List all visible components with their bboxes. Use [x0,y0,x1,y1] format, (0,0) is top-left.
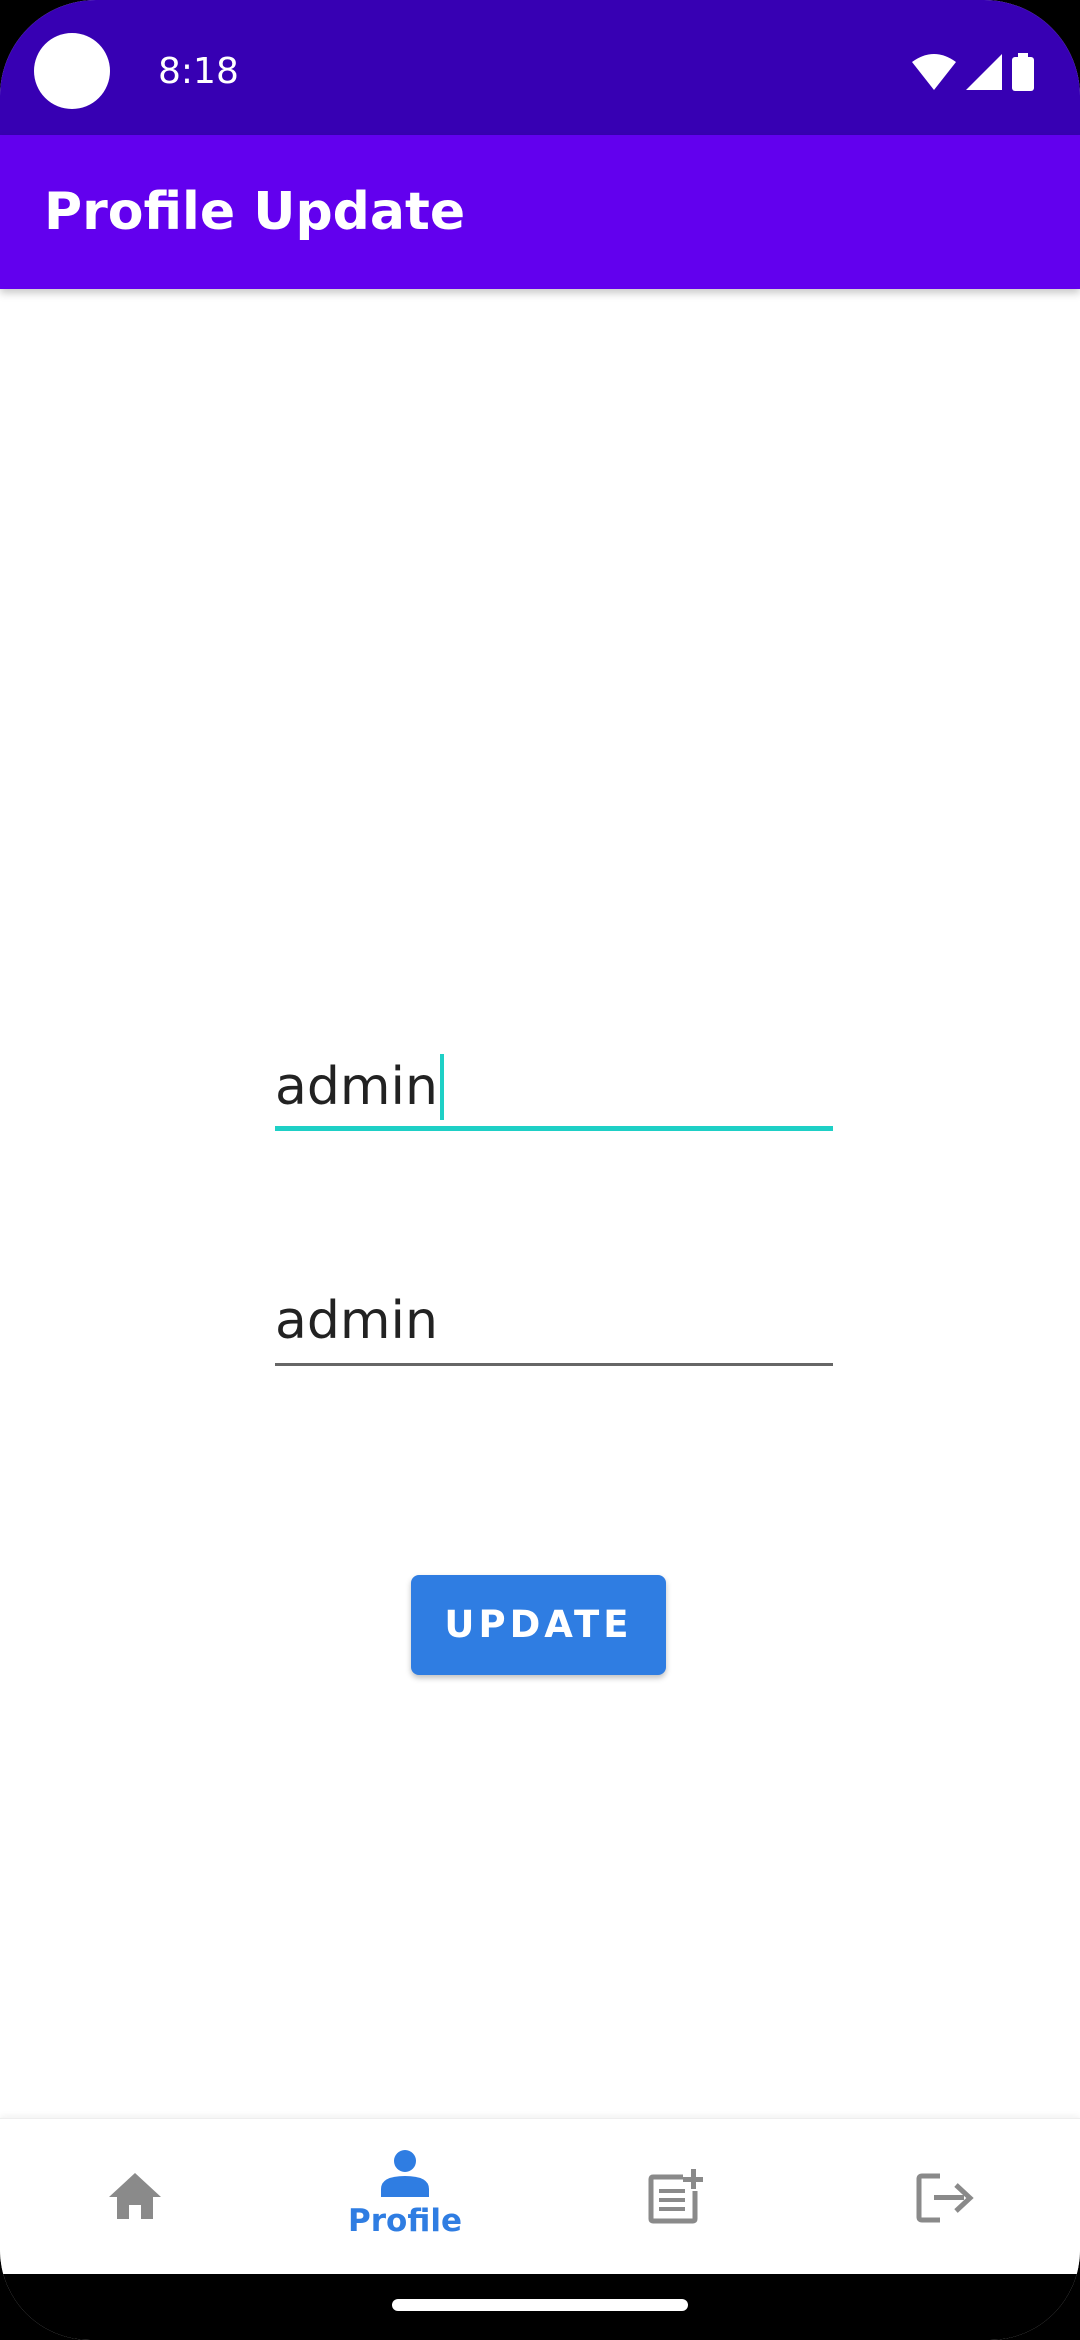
post-add-icon [648,2169,703,2224]
status-bar: 8:18 [0,0,1080,135]
signal-icon [966,54,1002,90]
status-time: 8:18 [158,51,239,92]
screen: 8:18 Profile Update admin admin UPDATE P… [0,0,1080,2340]
text-cursor [439,1054,444,1120]
logout-icon [916,2173,974,2223]
username-underline [275,1126,833,1131]
username-field[interactable]: admin [275,1044,833,1134]
nav-home[interactable] [0,2119,270,2275]
person-icon [381,2150,429,2197]
home-gesture-handle[interactable] [392,2299,688,2311]
status-icons [912,48,1034,96]
nav-post-add[interactable] [540,2119,810,2275]
battery-icon [1012,53,1034,91]
app-bar: Profile Update [0,135,1080,289]
nav-profile[interactable]: Profile [270,2119,540,2275]
password-underline [275,1363,833,1366]
bottom-navigation: Profile [0,2118,1080,2275]
password-value: admin [275,1291,438,1351]
home-icon [109,2173,161,2219]
camera-cutout [34,33,110,109]
nav-profile-label: Profile [348,2203,462,2239]
update-button[interactable]: UPDATE [411,1575,666,1675]
password-field[interactable]: admin [275,1290,833,1370]
username-value: admin [275,1057,438,1117]
wifi-icon [912,54,956,90]
page-title: Profile Update [44,182,466,242]
nav-logout[interactable] [810,2119,1080,2275]
